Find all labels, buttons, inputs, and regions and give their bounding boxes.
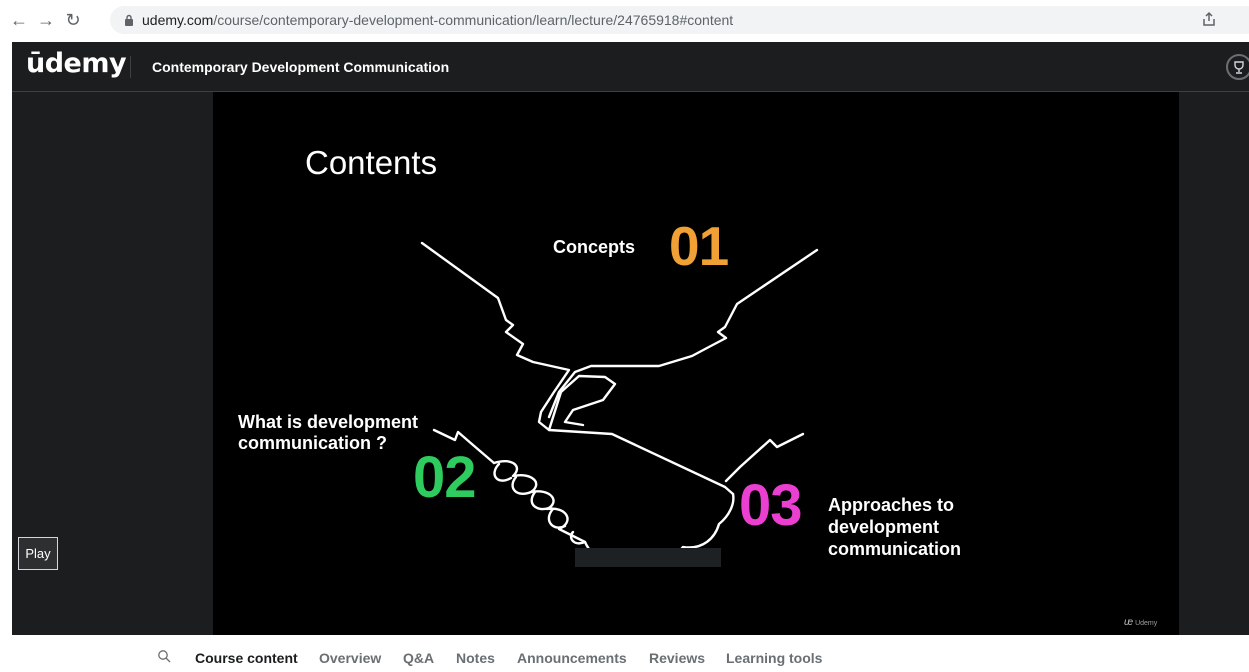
tab-reviews[interactable]: Reviews	[649, 650, 705, 666]
header-divider	[130, 56, 131, 78]
url-host: udemy.com	[142, 12, 214, 28]
address-bar[interactable]: udemy.com/course/contemporary-developmen…	[110, 6, 1249, 34]
reload-button[interactable]: ↻	[62, 9, 84, 31]
video-player[interactable]: Contents Concepts 01 What is development…	[12, 92, 1249, 635]
forward-button[interactable]: →	[35, 9, 57, 31]
course-header: ūdemy Contemporary Development Communica…	[12, 42, 1249, 92]
logo-text: ūdemy	[26, 48, 127, 79]
play-button[interactable]: Play	[18, 537, 58, 570]
url-path: /course/contemporary-development-communi…	[213, 12, 734, 28]
tab-notes[interactable]: Notes	[456, 650, 495, 666]
arrow-left-icon: ←	[10, 9, 28, 30]
browser-toolbar: ← → ↻ udemy.com/course/contemporary-deve…	[0, 0, 1249, 42]
course-title[interactable]: Contemporary Development Communication	[152, 59, 449, 75]
tab-course-content[interactable]: Course content	[195, 650, 298, 666]
arrow-right-icon: →	[37, 9, 55, 30]
back-button[interactable]: ←	[8, 9, 30, 31]
udemy-watermark-icon: ᵫ	[1124, 617, 1134, 628]
reload-icon: ↻	[65, 9, 81, 30]
share-icon[interactable]	[1200, 10, 1218, 28]
lecture-slide: Contents Concepts 01 What is development…	[213, 92, 1179, 635]
lock-icon	[125, 14, 133, 26]
course-tabs: Course content Overview Q&A Notes Announ…	[0, 635, 1249, 672]
item2-label: What is development communication ?	[238, 412, 419, 453]
tab-qa[interactable]: Q&A	[403, 650, 434, 666]
search-icon[interactable]	[157, 649, 171, 663]
udemy-logo[interactable]: ūdemy	[26, 48, 127, 79]
tab-announcements[interactable]: Announcements	[517, 650, 627, 666]
item2-number: 02	[413, 445, 477, 510]
slide-title: Contents	[305, 144, 438, 181]
item1-number: 01	[669, 215, 729, 277]
trophy-icon[interactable]	[1226, 54, 1249, 80]
tab-overview[interactable]: Overview	[319, 650, 381, 666]
item3-number: 03	[739, 473, 803, 538]
item3-label: Approaches to development communication	[828, 495, 962, 559]
watermark-text: Udemy	[1135, 620, 1158, 627]
caption-overlay	[575, 548, 721, 567]
url-text: udemy.com/course/contemporary-developmen…	[142, 12, 733, 28]
item1-label: Concepts	[553, 237, 636, 257]
tab-learning-tools[interactable]: Learning tools	[726, 650, 822, 666]
udemy-watermark: ᵫ Udemy	[1124, 617, 1157, 628]
trophy-glyph	[1234, 61, 1244, 74]
